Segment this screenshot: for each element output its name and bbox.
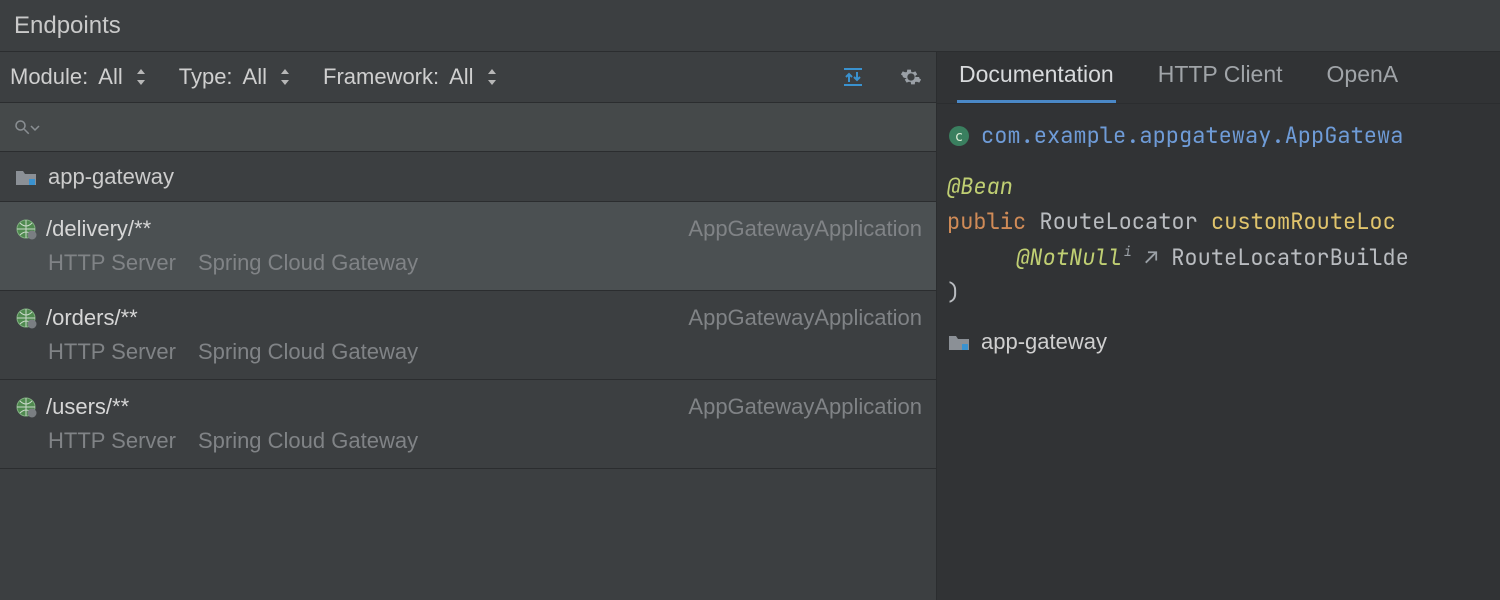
type-filter-value: All (243, 64, 267, 90)
code-annotation-notnull: @NotNull (1016, 243, 1122, 272)
endpoint-row[interactable]: /orders/** AppGatewayApplication HTTP Serv… (0, 291, 936, 380)
framework-filter[interactable]: Framework: All (323, 64, 502, 90)
endpoint-row[interactable]: /users/** AppGatewayApplication HTTP Serve… (0, 380, 936, 469)
endpoint-app: AppGatewayApplication (688, 216, 922, 242)
endpoint-server: HTTP Server (48, 339, 176, 365)
tab-documentation[interactable]: Documentation (957, 51, 1116, 103)
endpoint-path: /orders/** (46, 305, 138, 331)
endpoint-server: HTTP Server (48, 428, 176, 454)
sort-icon (482, 67, 502, 87)
module-filter[interactable]: Module: All (10, 64, 151, 90)
documentation-body: c com.example.appgateway.AppGatewa @Bean… (937, 104, 1500, 373)
class-icon: c (947, 124, 971, 148)
svg-text:c: c (955, 129, 963, 145)
endpoint-framework: Spring Cloud Gateway (198, 250, 418, 276)
endpoints-panel: Module: All Type: All Framework: All (0, 52, 937, 600)
chevron-down-icon[interactable] (30, 115, 40, 139)
type-filter[interactable]: Type: All (179, 64, 295, 90)
code-keyword-public: public (947, 207, 1026, 236)
module-filter-label: Module: (10, 64, 88, 90)
endpoint-server: HTTP Server (48, 250, 176, 276)
endpoint-framework: Spring Cloud Gateway (198, 339, 418, 365)
module-icon (947, 330, 971, 354)
title-text: Endpoints (14, 12, 121, 40)
fqcn-text[interactable]: com.example.appgateway.AppGatewa (981, 118, 1403, 153)
endpoint-list: app-gateway /delivery/** AppGatewayApplic… (0, 152, 936, 600)
tab-openapi[interactable]: OpenA (1325, 51, 1401, 103)
code-close-paren: ) (947, 278, 960, 307)
tool-window-title: Endpoints (0, 0, 1500, 52)
endpoint-path: /users/** (46, 394, 129, 420)
module-group-row[interactable]: app-gateway (0, 152, 936, 202)
right-tabs: Documentation HTTP Client OpenA (937, 52, 1500, 104)
endpoint-row[interactable]: /delivery/** AppGatewayApplication HTTP Se… (0, 202, 936, 291)
endpoint-framework: Spring Cloud Gateway (198, 428, 418, 454)
code-return-type: RouteLocator (1039, 207, 1197, 236)
gear-icon[interactable] (896, 62, 926, 92)
external-link-icon[interactable]: ↗ (1145, 243, 1158, 272)
code-param-type: RouteLocatorBuilde (1171, 243, 1409, 272)
documentation-panel: Documentation HTTP Client OpenA c com.ex… (937, 52, 1500, 600)
framework-filter-label: Framework: (323, 64, 439, 90)
search-input[interactable] (46, 116, 926, 139)
sort-icon (275, 67, 295, 87)
framework-filter-value: All (449, 64, 473, 90)
type-filter-label: Type: (179, 64, 233, 90)
globe-icon (14, 306, 38, 330)
globe-icon (14, 395, 38, 419)
code-function-name: customRouteLoc (1211, 207, 1396, 236)
module-name: app-gateway (48, 164, 174, 190)
search-row (0, 102, 936, 152)
diff-icon[interactable] (838, 62, 868, 92)
globe-icon (14, 217, 38, 241)
module-filter-value: All (98, 64, 122, 90)
endpoint-app: AppGatewayApplication (688, 305, 922, 331)
endpoint-app: AppGatewayApplication (688, 394, 922, 420)
filters-toolbar: Module: All Type: All Framework: All (0, 52, 936, 102)
sort-icon (131, 67, 151, 87)
doc-module-name[interactable]: app-gateway (981, 324, 1107, 359)
code-annotation-bean: @Bean (947, 172, 1013, 201)
module-icon (14, 165, 38, 189)
endpoint-path: /delivery/** (46, 216, 151, 242)
tab-http-client[interactable]: HTTP Client (1156, 51, 1285, 103)
